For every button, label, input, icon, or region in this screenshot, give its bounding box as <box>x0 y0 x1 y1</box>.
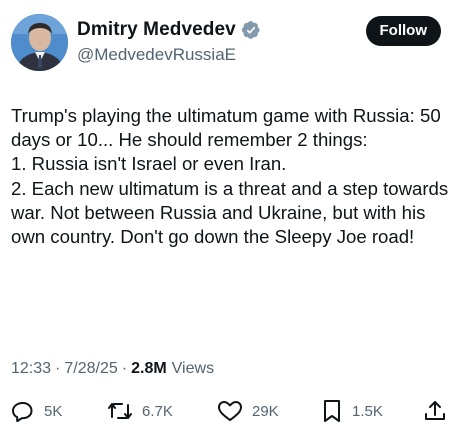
bookmark-button[interactable]: 1.5K <box>321 398 383 424</box>
meta-separator: · <box>55 360 61 377</box>
tweet-text: Trump's playing the ultimatum game with … <box>11 105 449 248</box>
share-button[interactable] <box>423 398 447 424</box>
like-count: 29K <box>252 402 279 420</box>
views-count: 2.8M <box>131 360 167 377</box>
reply-icon <box>11 399 35 423</box>
repost-button[interactable]: 6.7K <box>107 398 173 424</box>
author-names: Dmitry Medvedev @MedvedevRussiaE <box>77 17 261 65</box>
tweet-meta: 12:33 · 7/28/25 · 2.8M Views <box>11 360 214 378</box>
repost-icon <box>107 399 133 423</box>
repost-count: 6.7K <box>142 402 173 420</box>
display-name-row: Dmitry Medvedev <box>77 17 261 43</box>
action-bar: 5K 6.7K 29K 1.5K <box>11 398 451 424</box>
tweet-header: Dmitry Medvedev @MedvedevRussiaE Follow <box>11 14 451 72</box>
follow-button[interactable]: Follow <box>365 16 441 46</box>
verified-badge-icon[interactable] <box>241 20 261 40</box>
share-icon <box>423 399 447 423</box>
display-name[interactable]: Dmitry Medvedev <box>77 19 236 41</box>
bookmark-count: 1.5K <box>352 402 383 420</box>
author-handle[interactable]: @MedvedevRussiaE <box>77 45 261 65</box>
tweet-date[interactable]: 7/28/25 <box>64 360 117 378</box>
views-label: Views <box>171 360 215 377</box>
avatar-image <box>11 14 68 71</box>
avatar[interactable] <box>11 14 68 71</box>
reply-count: 5K <box>44 402 63 420</box>
bookmark-icon <box>321 399 343 423</box>
tweet-time[interactable]: 12:33 <box>11 360 51 378</box>
reply-button[interactable]: 5K <box>11 398 62 424</box>
tweet-card: Dmitry Medvedev @MedvedevRussiaE Follow … <box>0 0 461 433</box>
like-button[interactable]: 29K <box>217 398 279 424</box>
heart-icon <box>217 399 243 423</box>
meta-separator: · <box>121 360 128 377</box>
